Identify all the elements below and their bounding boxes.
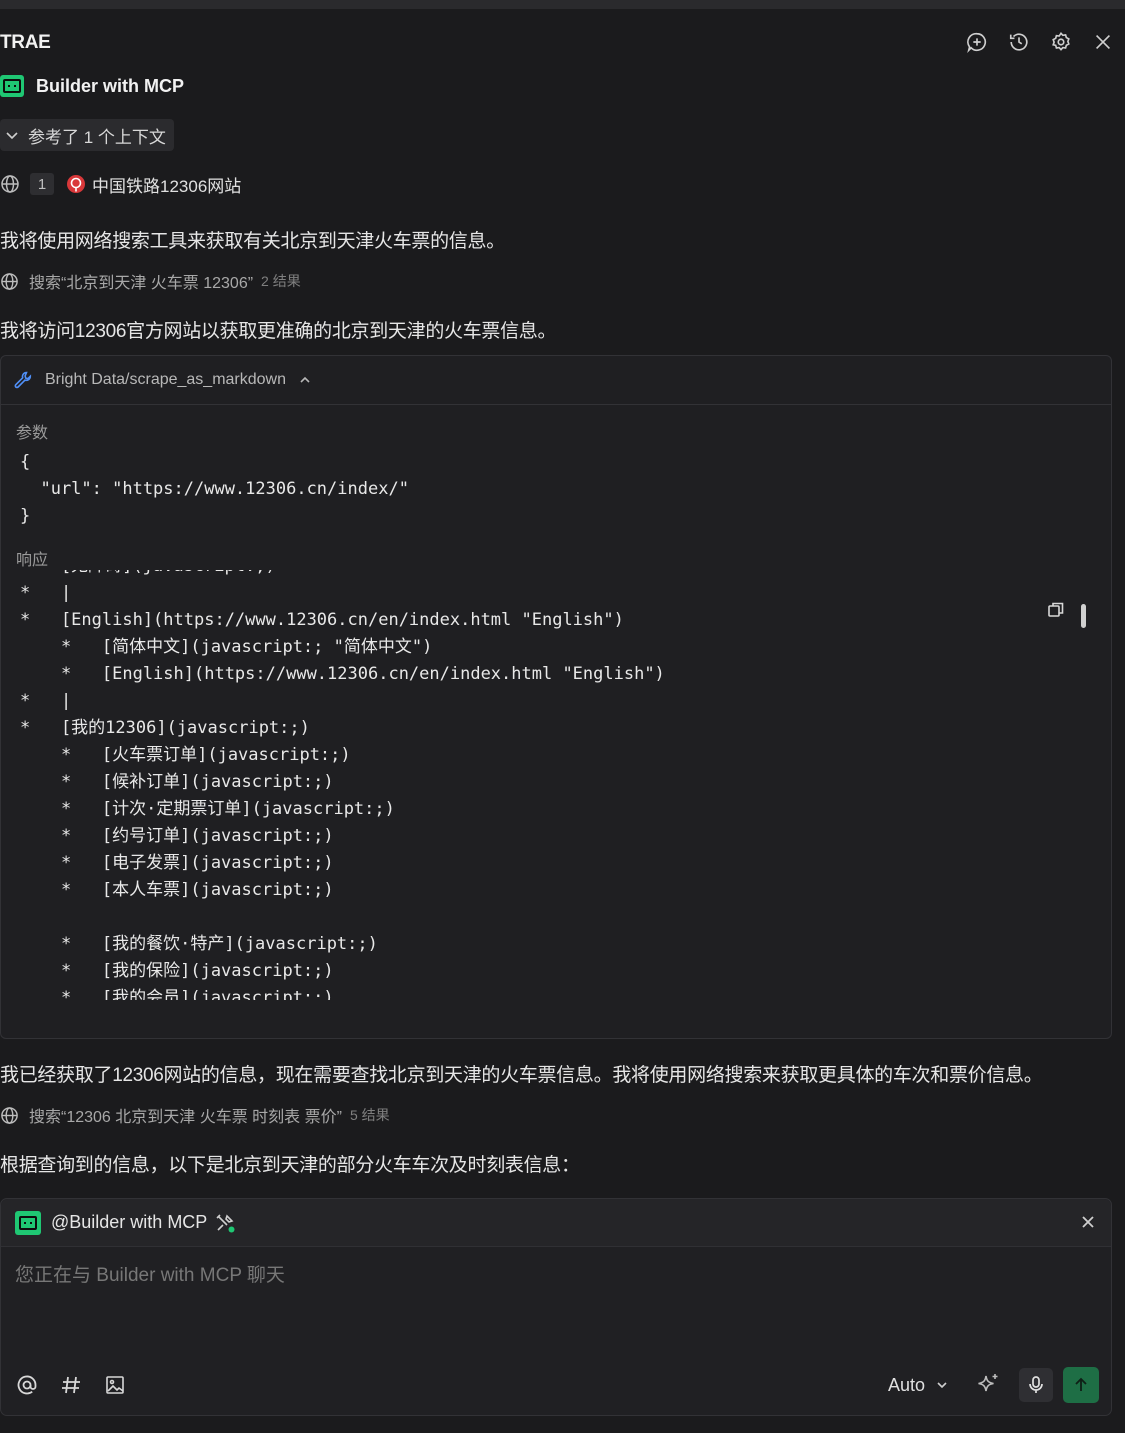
railway-logo-icon [67, 175, 85, 193]
globe-icon [1, 1106, 18, 1124]
search-query: 搜索“北京到天津 火车票 12306” [29, 275, 254, 292]
search-result-2[interactable]: 搜索“12306 北京到天津 火车票 时刻表 票价” 5 结果 [0, 1103, 390, 1127]
model-selector-label: Auto [887, 1374, 925, 1395]
at-mention-icon[interactable] [15, 1373, 39, 1397]
app-title: TRAE [0, 32, 51, 53]
image-icon[interactable] [103, 1373, 127, 1397]
agent-avatar-icon [0, 75, 24, 97]
composer-agent-bar: @Builder with MCP [1, 1199, 1111, 1247]
agent-row: Builder with MCP [0, 72, 184, 100]
composer-toolbar: Auto [15, 1367, 1099, 1403]
search-result-count: 5 结果 [349, 1107, 390, 1123]
history-icon[interactable] [1007, 30, 1031, 54]
close-icon[interactable] [1091, 30, 1115, 54]
settings-icon[interactable] [1049, 30, 1073, 54]
copy-icon[interactable] [1046, 600, 1066, 620]
tool-call-card: Bright Data/scrape_as_markdown 参数 { "url… [0, 355, 1112, 1039]
arrow-up-icon [1075, 1377, 1087, 1391]
chevron-down-icon [937, 1382, 947, 1389]
microphone-button[interactable] [1019, 1368, 1053, 1402]
model-selector[interactable]: Auto [888, 1375, 949, 1396]
response-label: 响应 [16, 552, 49, 569]
context-toggle-label: 参考了 1 个上下文 [28, 127, 166, 147]
tool-name: Bright Data/scrape_as_markdown [45, 371, 287, 388]
reference-link[interactable]: 中国铁路12306网站 [92, 172, 241, 197]
microphone-icon [1029, 1376, 1043, 1393]
agent-name: Builder with MCP [36, 75, 184, 96]
new-chat-icon[interactable] [965, 30, 989, 54]
response-scroll-area[interactable]: * [无障碍](javascript:;) * | * [English](ht… [16, 570, 1096, 1000]
mcp-tools-icon[interactable] [215, 1213, 235, 1233]
globe-icon [1, 272, 18, 290]
search-query: 搜索“12306 北京到天津 火车票 时刻表 票价” [29, 1109, 342, 1126]
response-scrollbar[interactable] [1081, 604, 1086, 628]
hashtag-icon[interactable] [59, 1373, 83, 1397]
header-actions [965, 30, 1115, 54]
tool-call-body: 参数 { "url": "https://www.12306.cn/index/… [1, 405, 1111, 1000]
assistant-message-2: 我将访问12306官方网站以获取更准确的北京到天津的火车票信息。 [0, 321, 557, 342]
chat-input[interactable] [15, 1265, 1095, 1287]
reference-count-badge: 1 [30, 173, 54, 195]
response-code: * [无障碍](javascript:;) * | * [English](ht… [20, 570, 665, 1000]
reference-row: 1 中国铁路12306网站 [0, 171, 241, 197]
agent-mention: @Builder with MCP [51, 1212, 208, 1232]
panel-header: TRAE [0, 22, 1125, 66]
agent-avatar-icon [15, 1210, 41, 1235]
params-code: { "url": "https://www.12306.cn/index/" } [20, 452, 409, 526]
assistant-message-4: 根据查询到的信息，以下是北京到天津的部分火车车次及时刻表信息： [0, 1155, 580, 1176]
search-result-count: 2 结果 [261, 273, 301, 289]
search-result-1[interactable]: 搜索“北京到天津 火车票 12306” 2 结果 [0, 269, 301, 293]
chat-composer: @Builder with MCP Auto [0, 1198, 1112, 1416]
context-toggle[interactable]: 参考了 1 个上下文 [0, 119, 174, 151]
tool-call-header[interactable]: Bright Data/scrape_as_markdown [1, 356, 1111, 405]
globe-icon [1, 175, 19, 193]
chevron-up-icon[interactable] [298, 373, 312, 387]
assistant-message-1: 我将使用网络搜索工具来获取有关北京到天津火车票的信息。 [0, 231, 505, 252]
wrench-icon [14, 371, 32, 389]
send-button[interactable] [1063, 1367, 1099, 1403]
assistant-message-3: 我已经获取了12306网站的信息，现在需要查找北京到天津的火车票信息。我将使用网… [0, 1065, 1043, 1086]
close-icon[interactable] [1079, 1213, 1097, 1231]
window-top-strip [0, 0, 1125, 9]
chevron-down-icon [6, 132, 18, 140]
sparkle-icon[interactable] [975, 1372, 1001, 1398]
params-label: 参数 [16, 425, 49, 442]
